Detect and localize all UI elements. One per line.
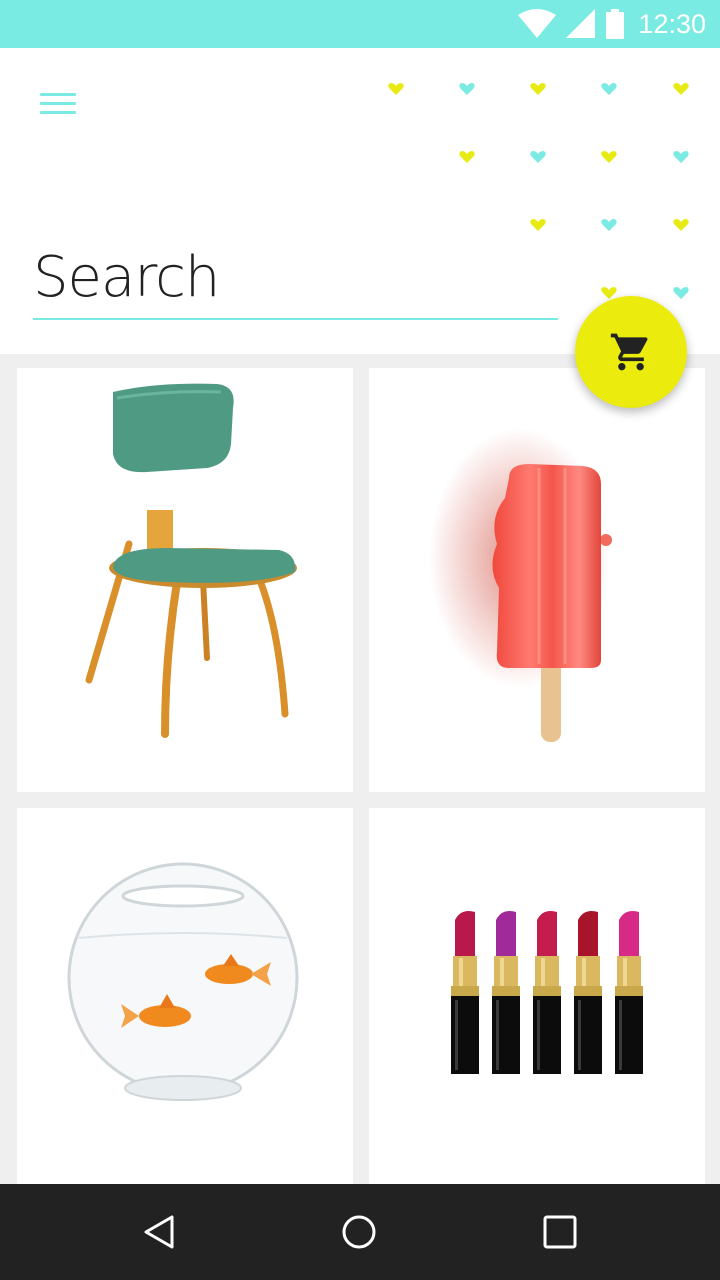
lipstick [615, 911, 643, 1074]
product-card-fishbowl[interactable] [17, 808, 353, 1184]
search-input[interactable] [33, 245, 558, 310]
navigation-bar [0, 1184, 720, 1280]
heart-decoration [530, 219, 546, 231]
lipstick [574, 911, 602, 1074]
heart-decoration [673, 287, 689, 299]
heart-decoration [673, 219, 689, 231]
menu-button[interactable] [34, 86, 82, 122]
cart-button[interactable] [575, 296, 687, 408]
wifi-icon [518, 9, 557, 38]
battery-icon [606, 9, 625, 39]
product-card-popsicle[interactable] [369, 368, 705, 792]
shopping-cart-icon [610, 333, 648, 371]
search-field[interactable] [33, 234, 558, 320]
status-clock: 12:30 [638, 8, 706, 39]
lipstick [492, 911, 520, 1074]
heart-decoration [601, 83, 617, 95]
back-icon [144, 1215, 174, 1249]
status-bar: 12:30 [0, 0, 720, 48]
home-button[interactable] [335, 1208, 383, 1256]
lipstick [451, 911, 479, 1074]
green-chair-image [85, 383, 297, 738]
heart-decoration [459, 151, 475, 163]
back-button[interactable] [136, 1208, 184, 1256]
goldfish-bowl-image [67, 862, 299, 1101]
red-popsicle-image [429, 428, 612, 742]
recents-button[interactable] [536, 1208, 584, 1256]
heart-decoration [459, 83, 475, 95]
product-card-lipsticks[interactable] [369, 808, 705, 1184]
lipsticks-image [451, 911, 643, 1074]
recents-icon [543, 1215, 577, 1249]
hamburger-menu-icon [40, 93, 76, 96]
product-grid [0, 354, 720, 1184]
heart-decoration [601, 151, 617, 163]
heart-decoration [530, 151, 546, 163]
heart-decoration [673, 151, 689, 163]
status-icons: 12:30 [518, 0, 706, 48]
home-icon [342, 1215, 376, 1249]
heart-decoration [530, 83, 546, 95]
heart-decoration [673, 83, 689, 95]
cellular-signal-icon [566, 9, 596, 38]
product-card-chair[interactable] [17, 368, 353, 792]
heart-decoration [601, 219, 617, 231]
lipstick [533, 911, 561, 1074]
heart-decoration [388, 83, 404, 95]
